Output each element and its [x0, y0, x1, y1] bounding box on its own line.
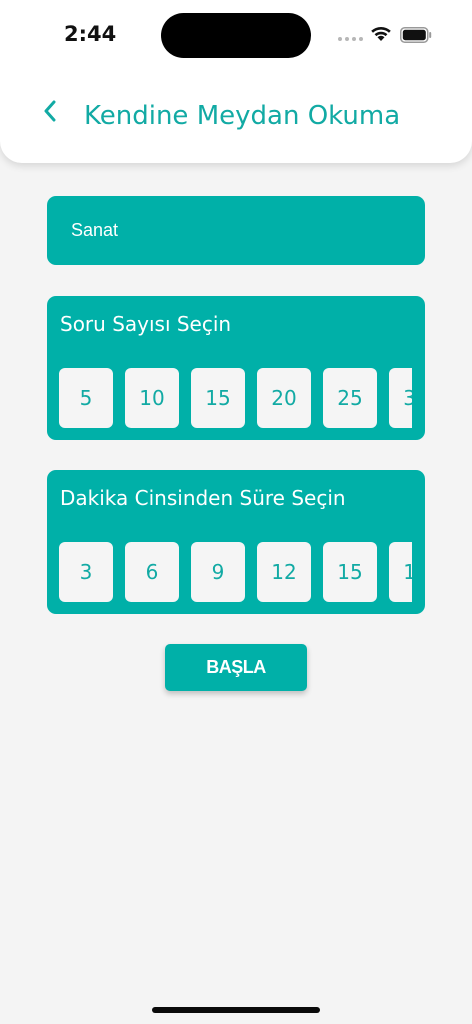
- question-count-title: Soru Sayısı Seçin: [60, 312, 232, 336]
- duration-option[interactable]: 3: [59, 542, 113, 602]
- cellular-signal-icon: [338, 37, 363, 41]
- status-time: 2:44: [64, 22, 117, 46]
- question-count-options[interactable]: 5 10 15 20 25 30: [59, 368, 412, 428]
- start-button[interactable]: BAŞLA: [165, 644, 307, 691]
- duration-option[interactable]: 18: [389, 542, 412, 602]
- page-title: Kendine Meydan Okuma: [84, 101, 401, 131]
- app-header: 2:44 Kendine Meydan Okuma: [0, 0, 472, 163]
- duration-option[interactable]: 9: [191, 542, 245, 602]
- duration-title: Dakika Cinsinden Süre Seçin: [60, 486, 346, 510]
- duration-options[interactable]: 3 6 9 12 15 18: [59, 542, 412, 602]
- question-count-option[interactable]: 15: [191, 368, 245, 428]
- duration-option[interactable]: 12: [257, 542, 311, 602]
- duration-option[interactable]: 15: [323, 542, 377, 602]
- question-count-option[interactable]: 20: [257, 368, 311, 428]
- category-label: Sanat: [71, 220, 119, 240]
- duration-option[interactable]: 6: [125, 542, 179, 602]
- question-count-option[interactable]: 25: [323, 368, 377, 428]
- home-indicator: [152, 1007, 320, 1013]
- question-count-card: Soru Sayısı Seçin 5 10 15 20 25 30: [47, 296, 425, 440]
- battery-icon: [400, 27, 432, 43]
- question-count-option[interactable]: 30: [389, 368, 412, 428]
- back-button[interactable]: [36, 95, 64, 127]
- category-card: Sanat: [47, 196, 425, 265]
- chevron-left-icon: [44, 100, 56, 122]
- duration-card: Dakika Cinsinden Süre Seçin 3 6 9 12 15 …: [47, 470, 425, 614]
- dynamic-island: [161, 13, 311, 58]
- question-count-option[interactable]: 5: [59, 368, 113, 428]
- wifi-icon: [371, 26, 391, 41]
- question-count-option[interactable]: 10: [125, 368, 179, 428]
